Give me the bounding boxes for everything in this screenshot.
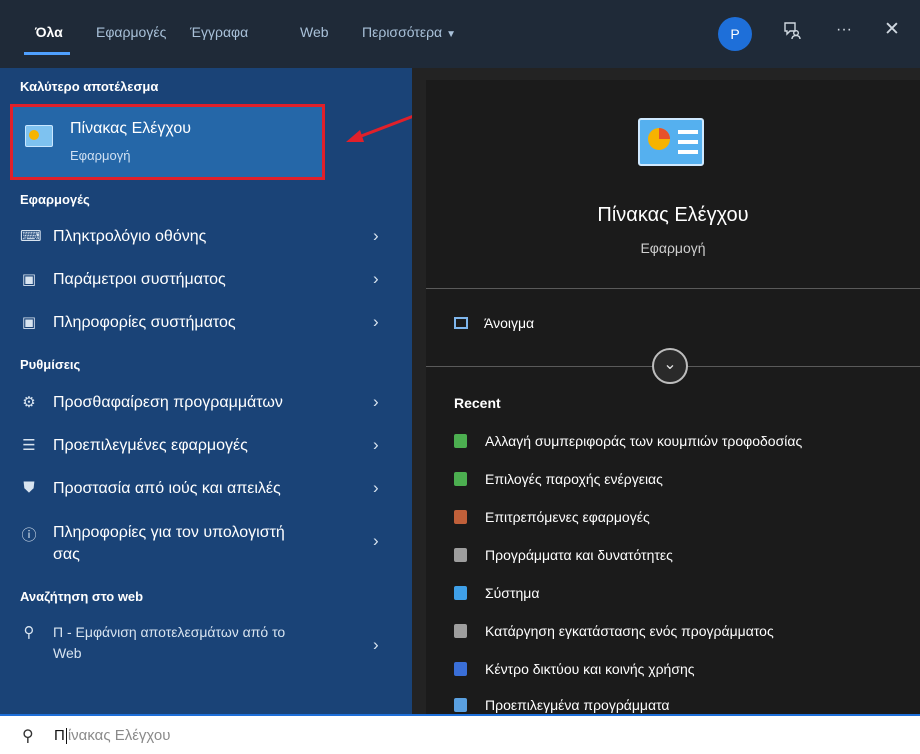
app-result-label: Πληροφορίες συστήματος [53, 314, 236, 331]
app-result-item[interactable]: ⌨ Πληκτρολόγιο οθόνης › [0, 218, 412, 258]
list-icon: ☰ [22, 437, 36, 454]
web-search-label: Π - Εμφάνιση αποτελεσμάτων από το [53, 624, 286, 640]
recent-item-label: Σύστημα [485, 584, 540, 601]
power-options-icon [454, 433, 467, 448]
active-tab-indicator [24, 52, 70, 55]
tab-web[interactable]: Web [300, 24, 329, 40]
chevron-right-icon[interactable]: › [373, 269, 379, 289]
programs-icon [454, 623, 467, 638]
chevron-right-icon[interactable]: › [373, 531, 379, 551]
settings-result-label-cont: σας [53, 546, 80, 563]
chevron-right-icon[interactable]: › [373, 226, 379, 246]
settings-result-label: Προσθαφαίρεση προγραμμάτων [53, 394, 283, 411]
web-search-label-cont: Web [53, 645, 82, 661]
keyboard-icon: ⌨ [20, 228, 42, 245]
recent-item-label: Προγράμματα και δυνατότητες [485, 546, 673, 563]
detail-pane: Πίνακας Ελέγχου Εφαρμογή Άνοιγμα ⌄ Recen… [412, 68, 920, 714]
app-result-label: Πληκτρολόγιο οθόνης [53, 228, 207, 245]
search-bar[interactable]: ⚲ Πίνακας Ελέγχου [0, 714, 920, 754]
recent-item[interactable]: Επιλογές παροχής ενέργειας [454, 470, 914, 496]
control-panel-icon [638, 118, 704, 166]
best-match-title: Πίνακας Ελέγχου [70, 120, 191, 137]
control-panel-icon [25, 125, 53, 147]
chevron-right-icon[interactable]: › [373, 635, 379, 655]
settings-result-item[interactable]: ⚙ Προσθαφαίρεση προγραμμάτων › [0, 384, 412, 424]
open-action[interactable]: Άνοιγμα [454, 314, 534, 332]
recent-item-label: Επιλογές παροχής ενέργειας [485, 470, 663, 487]
best-match-heading: Καλύτερο αποτέλεσμα [20, 79, 159, 94]
avatar[interactable]: P [718, 17, 752, 51]
shield-icon: ⛊ [23, 479, 35, 496]
recent-item[interactable]: Κέντρο δικτύου και κοινής χρήσης [454, 660, 914, 686]
settings-result-item[interactable]: ☰ Προεπιλεγμένες εφαρμογές › [0, 427, 412, 467]
caret-down-icon: ▼ [446, 29, 457, 40]
chevron-right-icon[interactable]: › [373, 392, 379, 412]
best-match-subtitle: Εφαρμογή [70, 148, 131, 163]
gear-icon: ⚙ [22, 394, 36, 411]
recent-item[interactable]: Κατάργηση εγκατάστασης ενός προγράμματος [454, 622, 914, 648]
detail-card: Πίνακας Ελέγχου Εφαρμογή Άνοιγμα ⌄ Recen… [426, 80, 920, 714]
close-icon[interactable]: ✕ [884, 18, 900, 41]
search-typed-text: Π [54, 727, 65, 744]
detail-title: Πίνακας Ελέγχου [597, 204, 749, 226]
web-search-result[interactable]: ⚲ Π - Εμφάνιση αποτελεσμάτων από το Web … [0, 615, 412, 671]
settings-result-label: Προεπιλεγμένες εφαρμογές [53, 437, 248, 454]
open-label: Άνοιγμα [484, 314, 535, 331]
recent-item-label: Κέντρο δικτύου και κοινής χρήσης [485, 660, 695, 677]
settings-result-item[interactable]: ⛊ Προστασία από ιούς και απειλές › [0, 470, 412, 510]
app-result-item[interactable]: ▣ Πληροφορίες συστήματος › [0, 304, 412, 344]
app-result-item[interactable]: ▣ Παράμετροι συστήματος › [0, 261, 412, 301]
web-search-heading: Αναζήτηση στο web [20, 589, 144, 604]
open-icon [454, 316, 468, 329]
tab-apps[interactable]: Εφαρμογές [96, 24, 166, 40]
system-properties-icon: ▣ [21, 271, 37, 288]
settings-heading: Ρυθμίσεις [20, 357, 81, 372]
settings-result-item[interactable]: ⓘ Πληροφορίες για τον υπολογιστή σας › [0, 516, 412, 572]
search-input[interactable]: Πίνακας Ελέγχου [54, 727, 171, 745]
tab-more-label: Περισσότερα [362, 24, 443, 40]
system-info-icon: ▣ [21, 314, 37, 331]
default-programs-icon [454, 697, 467, 712]
results-pane: Καλύτερο αποτέλεσμα Πίνακας Ελέγχου Εφαρ… [0, 68, 412, 714]
search-icon: ⚲ [22, 728, 34, 745]
recent-item-label: Αλλαγή συμπεριφοράς των κουμπιών τροφοδο… [485, 432, 803, 449]
recent-item[interactable]: Σύστημα [454, 584, 914, 610]
recent-item[interactable]: Αλλαγή συμπεριφοράς των κουμπιών τροφοδο… [454, 432, 914, 458]
network-icon [454, 661, 467, 676]
text-caret [65, 728, 67, 745]
info-icon: ⓘ [21, 527, 37, 544]
more-options-icon[interactable]: ··· [836, 21, 852, 39]
recent-item-label: Κατάργηση εγκατάστασης ενός προγράμματος [485, 622, 774, 639]
programs-icon [454, 547, 467, 562]
feedback-icon[interactable] [782, 20, 802, 40]
recent-heading: Recent [454, 395, 501, 411]
best-match-result[interactable]: Πίνακας Ελέγχου Εφαρμογή [10, 104, 325, 180]
divider [426, 288, 920, 289]
recent-item[interactable]: Επιτρεπόμενες εφαρμογές [454, 508, 914, 534]
recent-item-label: Επιτρεπόμενες εφαρμογές [485, 508, 650, 525]
settings-result-label: Πληροφορίες για τον υπολογιστή [53, 524, 285, 541]
firewall-icon [454, 509, 467, 524]
recent-item-label: Προεπιλεγμένα προγράμματα [485, 696, 670, 713]
power-options-icon [454, 471, 467, 486]
system-icon [454, 585, 467, 600]
tab-all[interactable]: Όλα [35, 24, 63, 40]
recent-item[interactable]: Προγράμματα και δυνατότητες [454, 546, 914, 572]
chevron-right-icon[interactable]: › [373, 435, 379, 455]
detail-subtitle: Εφαρμογή [640, 240, 706, 256]
tab-more[interactable]: Περισσότερα ▼ [362, 24, 456, 40]
search-icon: ⚲ [23, 624, 35, 641]
search-header: Όλα Εφαρμογές Έγγραφα Web Περισσότερα ▼ P… [0, 0, 920, 68]
tab-documents[interactable]: Έγγραφα [190, 24, 248, 40]
search-autocomplete: ίνακας Ελέγχου [67, 727, 171, 744]
settings-result-label: Προστασία από ιούς και απειλές [53, 480, 281, 497]
chevron-right-icon[interactable]: › [373, 478, 379, 498]
chevron-right-icon[interactable]: › [373, 312, 379, 332]
chevron-down-icon[interactable]: ⌄ [652, 348, 688, 384]
apps-heading: Εφαρμογές [20, 192, 90, 207]
app-result-label: Παράμετροι συστήματος [53, 271, 226, 288]
